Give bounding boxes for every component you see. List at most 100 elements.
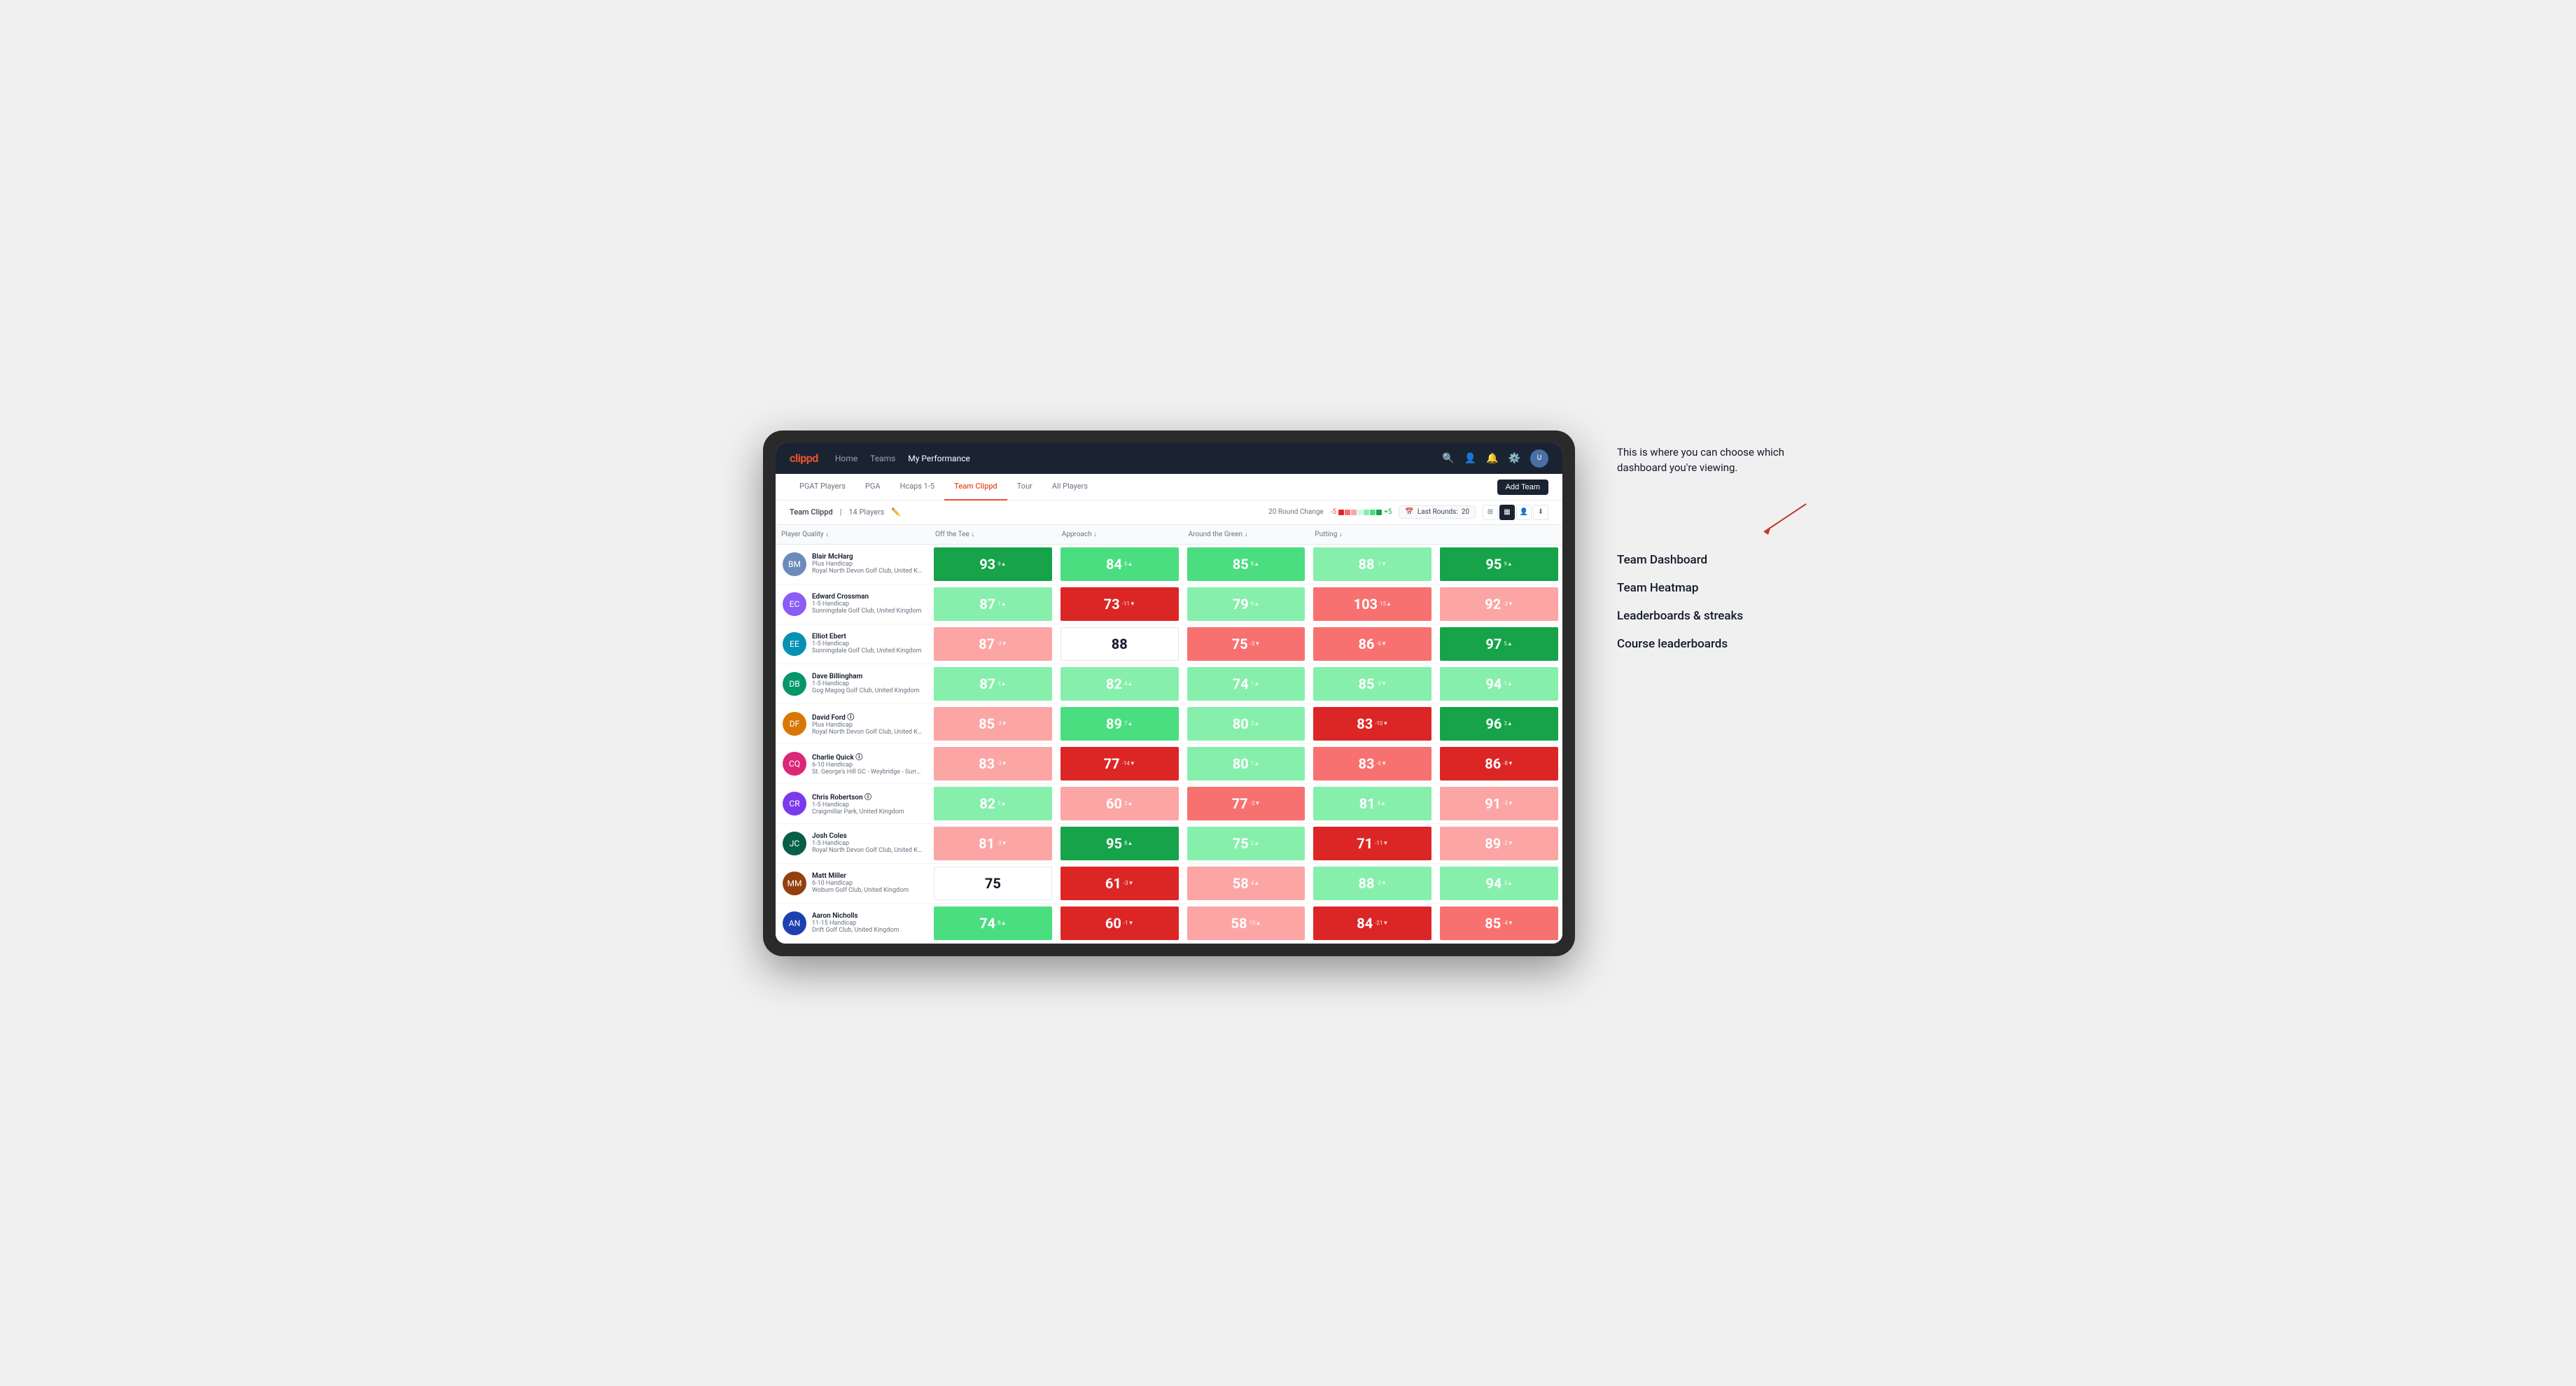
avatar[interactable]: U	[1530, 449, 1548, 468]
score-box: 92-3▼	[1440, 587, 1558, 621]
score-cell: 85-3▼	[930, 704, 1056, 743]
player-avatar: MM	[783, 872, 806, 895]
score-box: 77-14▼	[1060, 747, 1179, 780]
round-change-label: 20 Round Change	[1268, 508, 1324, 516]
settings-icon[interactable]: ⚙️	[1508, 453, 1520, 464]
player-club: Royal North Devon Golf Club, United King…	[812, 847, 923, 854]
score-cell: 803▲	[1183, 704, 1310, 743]
search-icon[interactable]: 🔍	[1442, 453, 1454, 464]
score-cell: 584▲	[1183, 864, 1310, 903]
player-cell: DBDave Billingham1-5 HandicapGog Magog G…	[776, 664, 930, 704]
score-change: -6▼	[1376, 640, 1387, 647]
heatmap-view-button[interactable]: ▦	[1499, 505, 1515, 520]
score-box: 943▲	[1440, 867, 1558, 900]
score-cell: 71-11▼	[1309, 824, 1436, 863]
score-box: 584▲	[1187, 867, 1306, 900]
score-number: 82	[1106, 676, 1122, 692]
score-number: 80	[1233, 715, 1249, 732]
score-cell: 752▲	[1183, 824, 1310, 863]
player-club: Craigmillar Park, United Kingdom	[812, 808, 904, 816]
score-cell: 823▲	[930, 784, 1056, 823]
option-course-leaderboards[interactable]: Course leaderboards	[1617, 637, 1813, 651]
last-rounds-button[interactable]: 📅 Last Rounds: 20	[1399, 505, 1476, 519]
score-change: -6▼	[1376, 760, 1387, 766]
table-row[interactable]: CRChris Robertson ⓘ1-5 HandicapCraigmill…	[776, 784, 1562, 824]
tab-team-clippd[interactable]: Team Clippd	[944, 474, 1007, 500]
bell-icon[interactable]: 🔔	[1486, 453, 1498, 464]
player-info: Edward Crossman1-5 HandicapSunningdale G…	[812, 593, 921, 615]
score-change: -2▼	[1503, 840, 1513, 846]
player-handicap: Plus Handicap	[812, 561, 923, 568]
score-box: 871▲	[934, 587, 1052, 621]
score-box: 83-6▼	[1313, 747, 1432, 780]
score-cell: 88-1▼	[1309, 545, 1436, 584]
score-change: 4▲	[1124, 680, 1133, 687]
tab-tour[interactable]: Tour	[1007, 474, 1042, 500]
score-cell: 959▲	[1436, 545, 1562, 584]
heat-seg-4	[1357, 510, 1363, 515]
score-number: 85	[1485, 915, 1501, 932]
table-row[interactable]: ECEdward Crossman1-5 HandicapSunningdale…	[776, 584, 1562, 624]
score-change: 1▲	[997, 601, 1006, 607]
score-box: 91-3▼	[1440, 787, 1558, 820]
score-number: 73	[1104, 596, 1120, 612]
tablet-device: clippd Home Teams My Performance 🔍 👤 🔔 ⚙…	[763, 430, 1575, 956]
download-view-button[interactable]: ⬇	[1533, 505, 1548, 520]
last-rounds-label: Last Rounds:	[1418, 508, 1458, 516]
score-cell: 86-6▼	[1309, 624, 1436, 664]
player-info: Chris Robertson ⓘ1-5 HandicapCraigmillar…	[812, 791, 904, 816]
score-number: 58	[1231, 915, 1247, 932]
nav-logo: clippd	[790, 451, 818, 465]
table-row[interactable]: ANAaron Nicholls11-15 HandicapDrift Golf…	[776, 904, 1562, 944]
table-row[interactable]: EEElliot Ebert1-5 HandicapSunningdale Go…	[776, 624, 1562, 664]
table-row[interactable]: DFDavid Ford ⓘPlus HandicapRoyal North D…	[776, 704, 1562, 744]
grid-view-button[interactable]: ⊞	[1483, 505, 1498, 520]
table-row[interactable]: JCJosh Coles1-5 HandicapRoyal North Devo…	[776, 824, 1562, 864]
score-cell: 943▲	[1436, 864, 1562, 903]
heat-bar: -5 +5	[1331, 508, 1392, 516]
table-row[interactable]: DBDave Billingham1-5 HandicapGog Magog G…	[776, 664, 1562, 704]
person-view-button[interactable]: 👤	[1516, 505, 1532, 520]
user-icon[interactable]: 👤	[1464, 453, 1476, 464]
page-wrapper: clippd Home Teams My Performance 🔍 👤 🔔 ⚙…	[763, 430, 1813, 956]
option-leaderboards[interactable]: Leaderboards & streaks	[1617, 609, 1813, 623]
score-number: 89	[1485, 835, 1501, 852]
tab-pgat-players[interactable]: PGAT Players	[790, 474, 855, 500]
tab-bar: PGAT Players PGA Hcaps 1-5 Team Clippd T…	[776, 474, 1562, 500]
tab-all-players[interactable]: All Players	[1042, 474, 1098, 500]
nav-link-teams[interactable]: Teams	[870, 451, 895, 466]
score-box: 846▲	[1060, 547, 1179, 581]
edit-icon[interactable]: ✏️	[891, 507, 901, 517]
nav-link-myperformance[interactable]: My Performance	[908, 451, 970, 466]
player-handicap: 1-5 Handicap	[812, 840, 923, 847]
score-box: 897▲	[1060, 707, 1179, 741]
score-change: 4▲	[1251, 880, 1259, 886]
score-number: 87	[979, 636, 995, 652]
score-change: 1▲	[1504, 680, 1512, 687]
add-team-button[interactable]: Add Team	[1497, 479, 1548, 495]
score-number: 82	[979, 795, 995, 812]
option-team-dashboard[interactable]: Team Dashboard	[1617, 553, 1813, 567]
score-box: 83-3▼	[934, 747, 1052, 780]
heat-bar-visual	[1338, 510, 1382, 515]
score-cell: 60-1▼	[1056, 904, 1183, 943]
player-cell: EEElliot Ebert1-5 HandicapSunningdale Go…	[776, 624, 930, 664]
player-handicap: 1-5 Handicap	[812, 601, 921, 608]
table-row[interactable]: CQCharlie Quick ⓘ6-10 HandicapSt. George…	[776, 744, 1562, 784]
nav-link-home[interactable]: Home	[835, 451, 858, 466]
score-box: 88	[1060, 627, 1179, 661]
score-change: 4▲	[997, 680, 1006, 687]
player-info: Dave Billingham1-5 HandicapGog Magog Gol…	[812, 673, 920, 694]
table-row[interactable]: BMBlair McHargPlus HandicapRoyal North D…	[776, 545, 1562, 584]
score-cell: 871▲	[930, 584, 1056, 624]
player-cell: DFDavid Ford ⓘPlus HandicapRoyal North D…	[776, 704, 930, 743]
tab-pga[interactable]: PGA	[855, 474, 890, 500]
score-box: 83-10▼	[1313, 707, 1432, 741]
col-header-player: Player Quality ↓	[776, 528, 930, 541]
score-change: 4▲	[1378, 800, 1386, 806]
table-row[interactable]: MMMatt Miller6-10 HandicapWoburn Golf Cl…	[776, 864, 1562, 904]
score-cell: 85-4▼	[1436, 904, 1562, 943]
option-team-heatmap[interactable]: Team Heatmap	[1617, 581, 1813, 595]
player-avatar: JC	[783, 832, 806, 855]
tab-hcaps[interactable]: Hcaps 1-5	[890, 474, 945, 500]
